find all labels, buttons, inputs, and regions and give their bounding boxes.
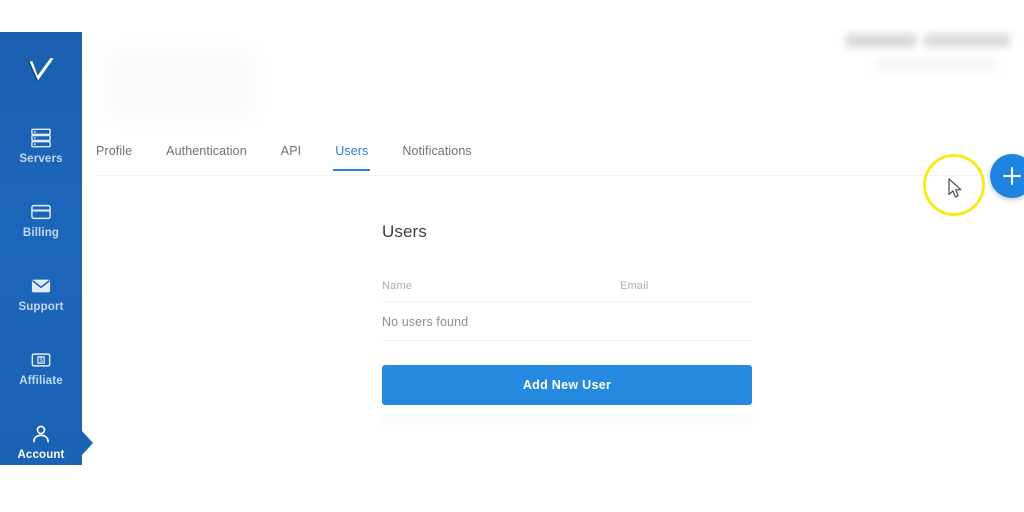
money-icon: $	[31, 353, 51, 367]
tab-list: Profile Authentication API Users Notific…	[96, 140, 996, 176]
sidebar-item-billing[interactable]: Billing	[0, 184, 82, 258]
users-table: Name Email No users found	[382, 280, 752, 341]
servers-icon	[31, 128, 51, 148]
sidebar: Servers Billing Support $ Affiliate Acco…	[0, 32, 93, 465]
sidebar-item-affiliate[interactable]: $ Affiliate	[0, 332, 82, 406]
add-new-user-button[interactable]: Add New User	[382, 365, 752, 405]
sidebar-item-account[interactable]: Account	[0, 406, 93, 480]
table-header-row: Name Email	[382, 280, 752, 302]
credit-card-icon	[31, 205, 51, 220]
sidebar-item-label: Support	[18, 301, 64, 314]
topbar-redacted-text-1	[846, 34, 916, 47]
account-header-logo-placeholder	[104, 50, 254, 118]
active-indicator-notch	[81, 430, 93, 456]
table-row-empty: No users found	[382, 302, 752, 341]
mouse-cursor-icon	[948, 178, 962, 198]
tab-users[interactable]: Users	[333, 140, 371, 171]
sidebar-item-servers[interactable]: Servers	[0, 110, 82, 184]
app-logo[interactable]	[0, 44, 82, 100]
page-title: Users	[382, 222, 427, 241]
tab-profile[interactable]: Profile	[96, 140, 132, 158]
checkmark-logo-icon	[28, 58, 54, 82]
account-tabbar: Profile Authentication API Users Notific…	[96, 140, 996, 176]
tab-api[interactable]: API	[281, 140, 301, 158]
sidebar-item-support[interactable]: Support	[0, 258, 82, 332]
sidebar-item-label: Billing	[22, 227, 60, 240]
sidebar-item-label: Account	[17, 449, 65, 462]
column-header-email: Email	[620, 280, 649, 292]
envelope-icon	[31, 279, 51, 293]
topbar-redacted-text-3	[876, 60, 996, 70]
tab-notifications[interactable]: Notifications	[402, 140, 471, 158]
person-icon	[33, 425, 49, 443]
empty-state-message: No users found	[382, 315, 469, 329]
users-panel: Users Name Email No users found	[382, 222, 752, 341]
sidebar-item-label: Servers	[19, 153, 63, 166]
sidebar-nav: Servers Billing Support $ Affiliate Acco…	[0, 110, 93, 480]
sidebar-item-label: Affiliate	[19, 375, 63, 388]
table-trailing-divider	[382, 413, 752, 424]
app-window: Servers Billing Support $ Affiliate Acco…	[0, 0, 1024, 512]
svg-text:$: $	[39, 357, 43, 364]
tab-authentication[interactable]: Authentication	[166, 140, 247, 158]
column-header-name: Name	[382, 280, 413, 292]
add-floating-action-button[interactable]	[990, 154, 1024, 198]
topbar-redacted-text-2	[924, 34, 1010, 47]
